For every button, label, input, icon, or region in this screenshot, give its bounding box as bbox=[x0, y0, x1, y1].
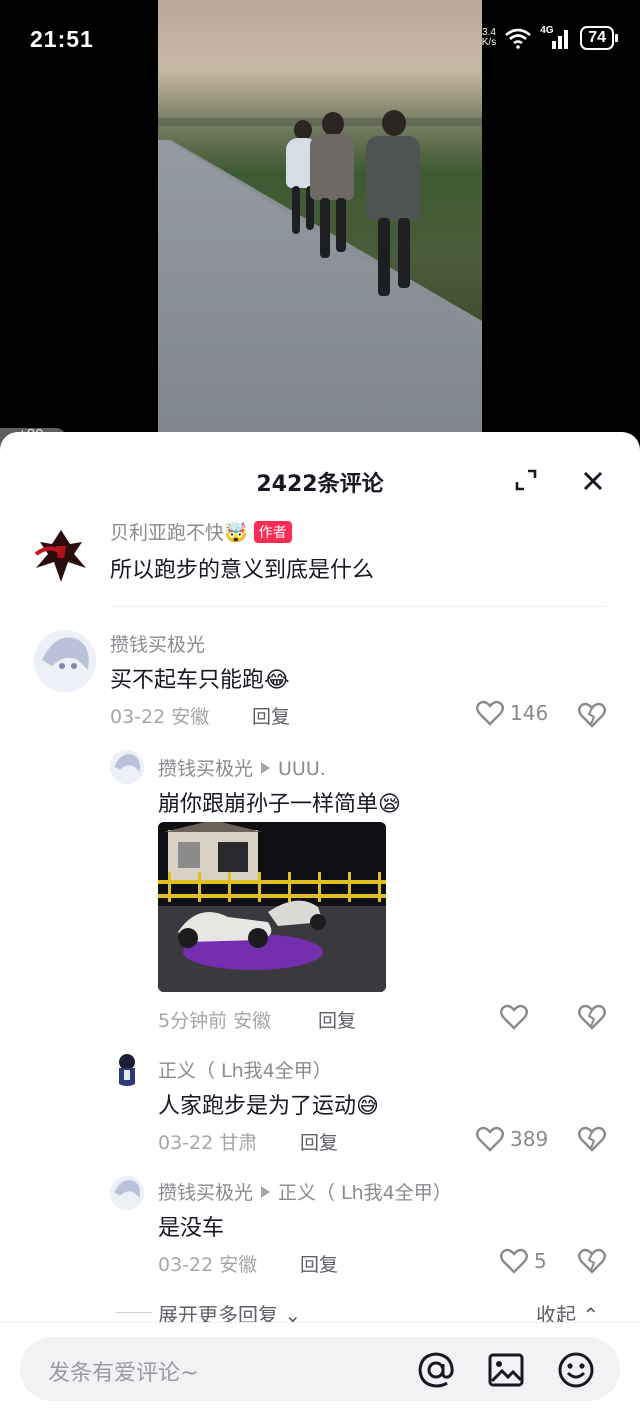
battery-indicator: 74 bbox=[580, 26, 618, 50]
avatar[interactable] bbox=[110, 750, 144, 784]
avatar[interactable] bbox=[34, 630, 96, 692]
reply-text: 是没车 bbox=[158, 1216, 225, 1241]
avatar[interactable] bbox=[30, 524, 92, 586]
comment-text: 买不起车只能跑😂 bbox=[110, 668, 290, 693]
like-button[interactable] bbox=[500, 1004, 528, 1030]
comments-title: 2422条评论 bbox=[256, 472, 384, 497]
like-count: 389 bbox=[510, 1127, 549, 1151]
reply-meta: 03-22 安徽 bbox=[158, 1254, 258, 1276]
like-button[interactable]: 146 bbox=[476, 700, 548, 726]
divider bbox=[116, 1312, 152, 1313]
heart-icon bbox=[500, 1248, 528, 1274]
network-speed: 3.4 K/s bbox=[481, 27, 497, 48]
reply-text: 人家跑步是为了运动😅 bbox=[158, 1094, 379, 1119]
reply-username[interactable]: 攒钱买极光 正义（ Lh我4全甲） bbox=[158, 1178, 452, 1205]
wifi-icon bbox=[505, 28, 532, 49]
reply-meta: 03-22 甘肃 bbox=[158, 1132, 258, 1154]
like-button[interactable]: 5 bbox=[500, 1248, 547, 1274]
comment-username[interactable]: 贝利亚跑不快🤯 作者 bbox=[110, 518, 292, 545]
reply-button[interactable]: 回复 bbox=[300, 1250, 338, 1277]
reply-button[interactable]: 回复 bbox=[252, 702, 290, 729]
comment-text: 所以跑步的意义到底是什么 bbox=[110, 558, 375, 583]
runner-figure bbox=[366, 110, 422, 300]
divider bbox=[110, 606, 606, 607]
runner-figure bbox=[310, 112, 356, 262]
reply-username[interactable]: 攒钱买极光 UUU. bbox=[158, 754, 326, 781]
comment-input-bar: 发条有爱评论~ bbox=[0, 1322, 640, 1415]
heart-icon bbox=[500, 1004, 528, 1030]
dislike-icon[interactable] bbox=[578, 1248, 606, 1274]
dislike-icon[interactable] bbox=[578, 1004, 606, 1030]
comment-username[interactable]: 攒钱买极光 bbox=[110, 630, 205, 657]
reply-button[interactable]: 回复 bbox=[300, 1128, 338, 1155]
signal-icon: 4G bbox=[540, 25, 572, 49]
like-button[interactable]: 389 bbox=[476, 1126, 548, 1152]
video-player[interactable] bbox=[158, 0, 482, 432]
heart-icon bbox=[476, 1126, 504, 1152]
like-count: 146 bbox=[510, 701, 549, 725]
comment-input[interactable]: 发条有爱评论~ bbox=[20, 1337, 620, 1401]
avatar[interactable] bbox=[110, 1176, 144, 1210]
reply-username[interactable]: 正义（ Lh我4全甲） bbox=[158, 1056, 332, 1083]
reply-button[interactable]: 回复 bbox=[318, 1006, 356, 1033]
emoji-icon[interactable] bbox=[556, 1350, 596, 1390]
reply-meta: 5分钟前 安徽 bbox=[158, 1010, 272, 1032]
status-time: 21:51 bbox=[30, 26, 94, 52]
comment-placeholder: 发条有爱评论~ bbox=[48, 1361, 199, 1386]
dislike-icon[interactable] bbox=[578, 1126, 606, 1152]
close-icon[interactable] bbox=[580, 468, 606, 494]
heart-icon bbox=[476, 700, 504, 726]
reply-arrow-icon bbox=[261, 1186, 271, 1198]
comments-panel: 2422条评论 贝利亚跑不快🤯 作者 所以跑步的意义到底是什么 攒钱买极光 买不起… bbox=[0, 432, 640, 1414]
comment-meta: 03-22 安徽 bbox=[110, 706, 210, 728]
author-badge: 作者 bbox=[253, 521, 292, 543]
dislike-icon[interactable] bbox=[578, 702, 606, 728]
reply-arrow-icon bbox=[261, 762, 271, 774]
expand-icon[interactable] bbox=[514, 468, 538, 492]
at-icon[interactable] bbox=[416, 1350, 456, 1390]
like-count: 5 bbox=[534, 1249, 547, 1273]
reply-image[interactable] bbox=[158, 822, 386, 992]
avatar[interactable] bbox=[110, 1052, 144, 1086]
image-icon[interactable] bbox=[486, 1350, 526, 1390]
reply-text: 崩你跟崩孙子一样简单😪 bbox=[158, 792, 401, 817]
